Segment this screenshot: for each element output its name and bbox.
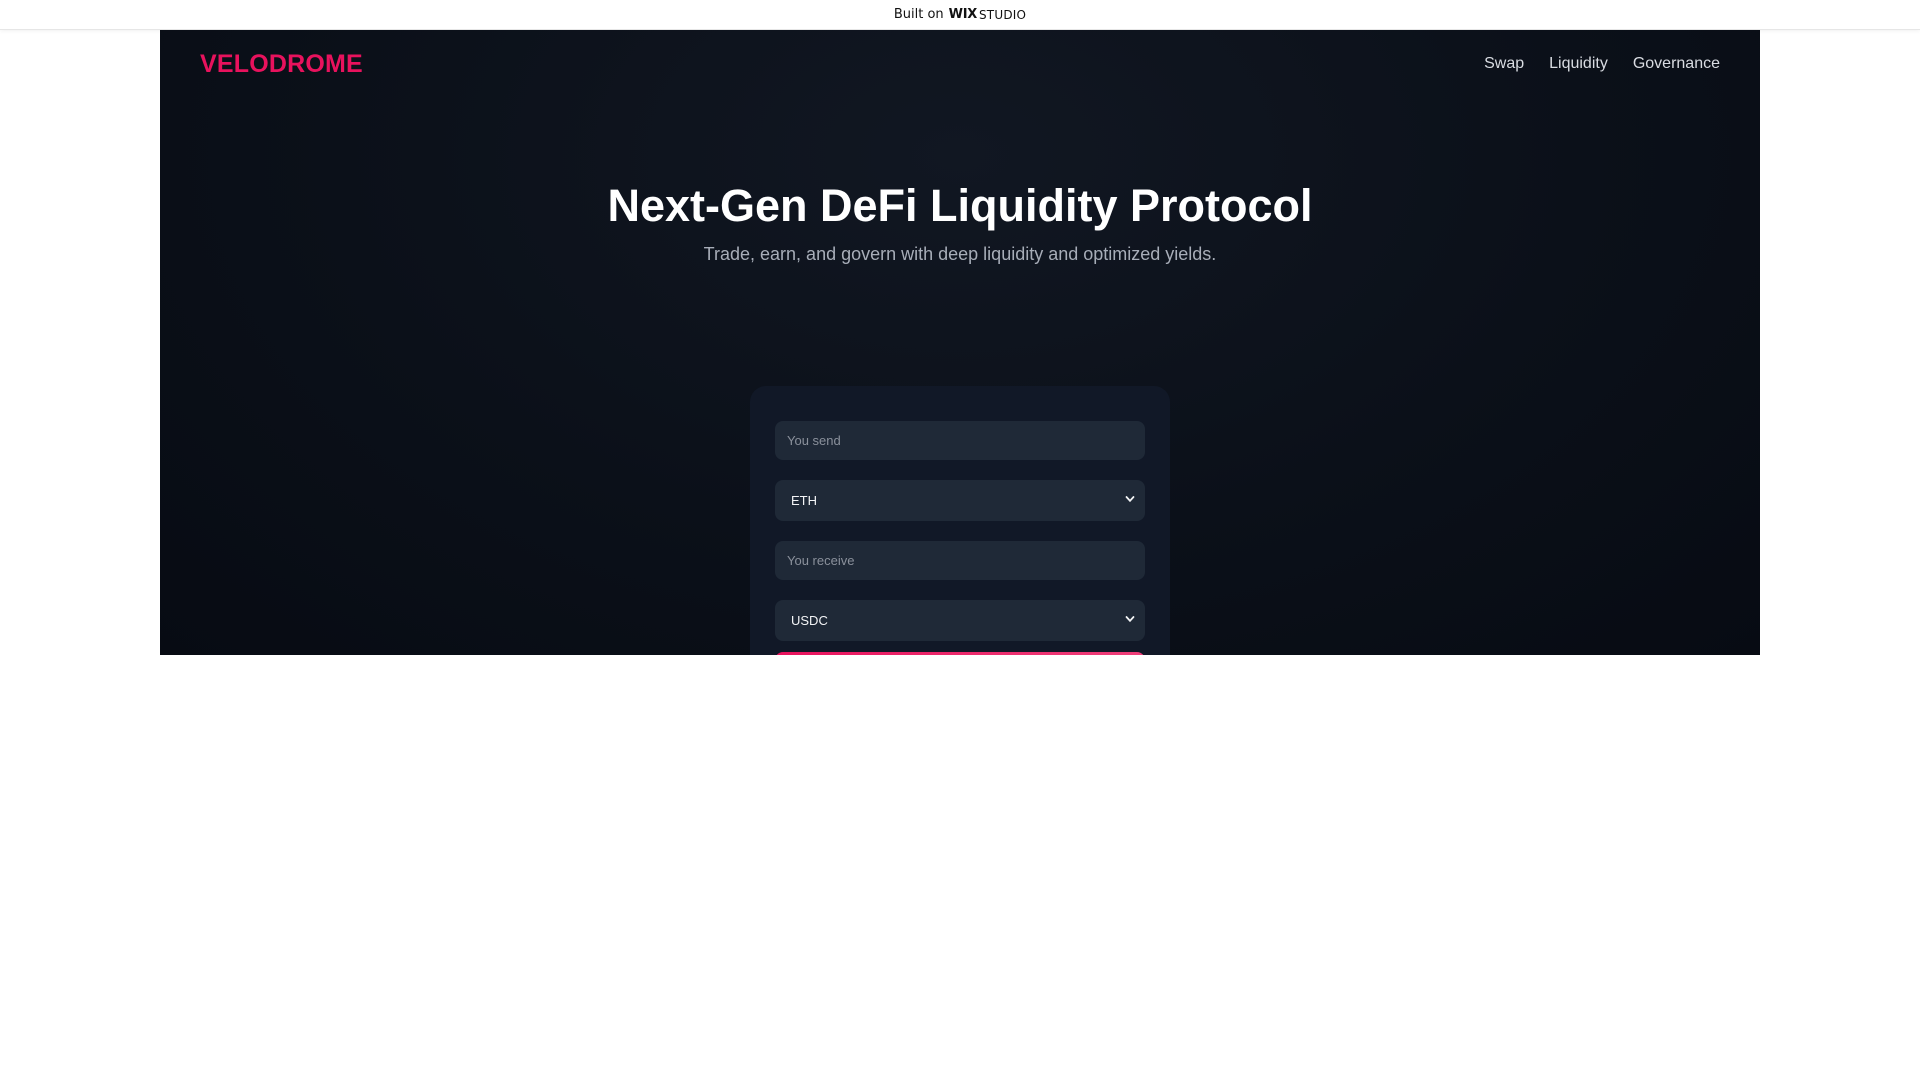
- site-logo[interactable]: VELODROME: [200, 50, 363, 79]
- send-token-select[interactable]: ETH: [775, 480, 1145, 521]
- receive-amount-input[interactable]: [775, 541, 1145, 580]
- chevron-down-icon: [1125, 496, 1135, 503]
- receive-token-select[interactable]: USDC: [775, 600, 1145, 641]
- wix-studio-label: STUDIO: [978, 7, 1027, 22]
- swap-button[interactable]: [775, 652, 1145, 655]
- nav-link-liquidity[interactable]: Liquidity: [1549, 55, 1608, 73]
- send-token-value: ETH: [791, 493, 817, 508]
- chevron-down-icon: [1125, 616, 1135, 623]
- send-amount-input[interactable]: [775, 421, 1145, 460]
- top-nav: VELODROME Swap Liquidity Governance: [160, 30, 1760, 98]
- wix-banner[interactable]: Built on WIX STUDIO: [0, 0, 1920, 30]
- nav-links: Swap Liquidity Governance: [1484, 55, 1720, 73]
- nav-link-swap[interactable]: Swap: [1484, 55, 1524, 73]
- site-frame: VELODROME Swap Liquidity Governance Next…: [160, 30, 1760, 655]
- swap-card: ETH USDC: [750, 386, 1170, 655]
- receive-token-value: USDC: [791, 613, 828, 628]
- nav-link-governance[interactable]: Governance: [1633, 55, 1720, 73]
- wix-banner-prefix: Built on: [893, 7, 944, 22]
- hero-title: Next-Gen DeFi Liquidity Protocol: [607, 180, 1313, 231]
- hero-subtitle: Trade, earn, and govern with deep liquid…: [703, 244, 1217, 264]
- wix-logo: WIX: [948, 7, 978, 22]
